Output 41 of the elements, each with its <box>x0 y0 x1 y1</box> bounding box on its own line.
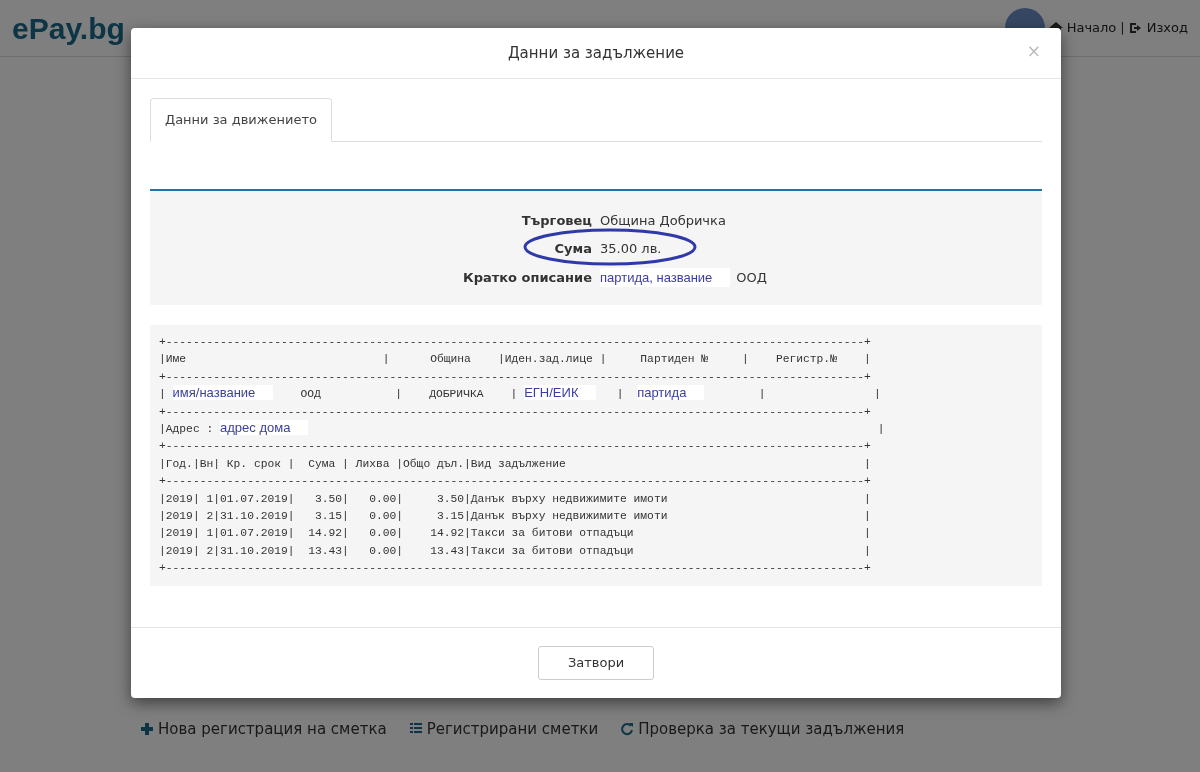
report-text: |2019| 2|31.10.2019| 13.43| 0.00| 13.43|Такси за битови отпадъци | <box>159 544 871 557</box>
close-button[interactable]: Затвори <box>537 646 655 680</box>
field-value: 35.00 лв. <box>600 240 662 258</box>
report-text: |2019| 1|01.07.2019| 14.92| 0.00| 14.92|Такси за битови отпадъци | <box>159 527 871 540</box>
nav-link[interactable]: Нова регистрация на сметка <box>140 718 387 741</box>
report-text: +-------------------------------------------------------------------------------------------------------+ <box>159 336 871 348</box>
report-text: |2019| 2|31.10.2019| 3.15| 0.00| 3.15|Данък върху недвижимите имоти | <box>159 510 871 523</box>
report-text: +-------------------------------------------------------------------------------------------------------+ <box>159 440 871 453</box>
field-label: Кратко описание <box>463 268 592 287</box>
report-text: | <box>159 388 167 401</box>
logout-link[interactable]: Изход <box>1128 18 1188 38</box>
nav-link[interactable]: Регистрирани сметки <box>408 718 599 741</box>
report-text: | <box>615 388 625 401</box>
report-text: |2019| 1|01.07.2019| 3.50| 0.00| 3.50|Данък върху недвижимите имоти | <box>159 492 871 505</box>
report-text: | | <box>757 388 881 401</box>
plus-icon <box>140 722 154 737</box>
annotation-text: ЕГН/ЕИК <box>524 385 597 401</box>
report-text: +-------------------------------------------------------------------------------------------------------+ <box>159 370 871 383</box>
annotation-text: имя/название <box>172 385 274 401</box>
annotation-text: адрес дома <box>220 420 309 436</box>
field-label: Сума <box>554 240 592 258</box>
tab[interactable]: Данни за движението <box>150 98 332 142</box>
report-text: +-------------------------------------------------------------------------------------------------------+ <box>159 562 871 575</box>
report-text: |Год.|Вн| Кр. срок | Сума | Лихва |Общо дъл.|Вид задължение | <box>159 457 871 470</box>
logo[interactable]: ePay.bg <box>12 5 125 51</box>
annotation-text: партида, название <box>600 267 731 287</box>
modal-title: Данни за задължение <box>507 42 685 64</box>
nav-link[interactable]: Проверка за текущи задължения <box>620 718 905 741</box>
field-value: Община Добричка <box>600 211 726 230</box>
report-text: +-------------------------------------------------------------------------------------------------------+ <box>159 475 871 488</box>
exit-icon <box>1128 21 1143 35</box>
field-label: Търговец <box>521 211 592 230</box>
report-text: ООД | ДОБРИЧКА | <box>299 388 519 401</box>
separator: | <box>1120 19 1125 38</box>
annotation-text: партида <box>637 385 705 401</box>
report-text: |Име | Община |Иден.зад.лице | Партиден № | Регистр.№ | <box>159 353 871 366</box>
report-text: |Адрес : <box>159 423 215 436</box>
refresh-icon <box>620 722 635 737</box>
field-value: ООД <box>736 268 767 287</box>
report-text: | <box>876 423 885 436</box>
report-text: +-------------------------------------------------------------------------------------------------------+ <box>159 405 871 418</box>
